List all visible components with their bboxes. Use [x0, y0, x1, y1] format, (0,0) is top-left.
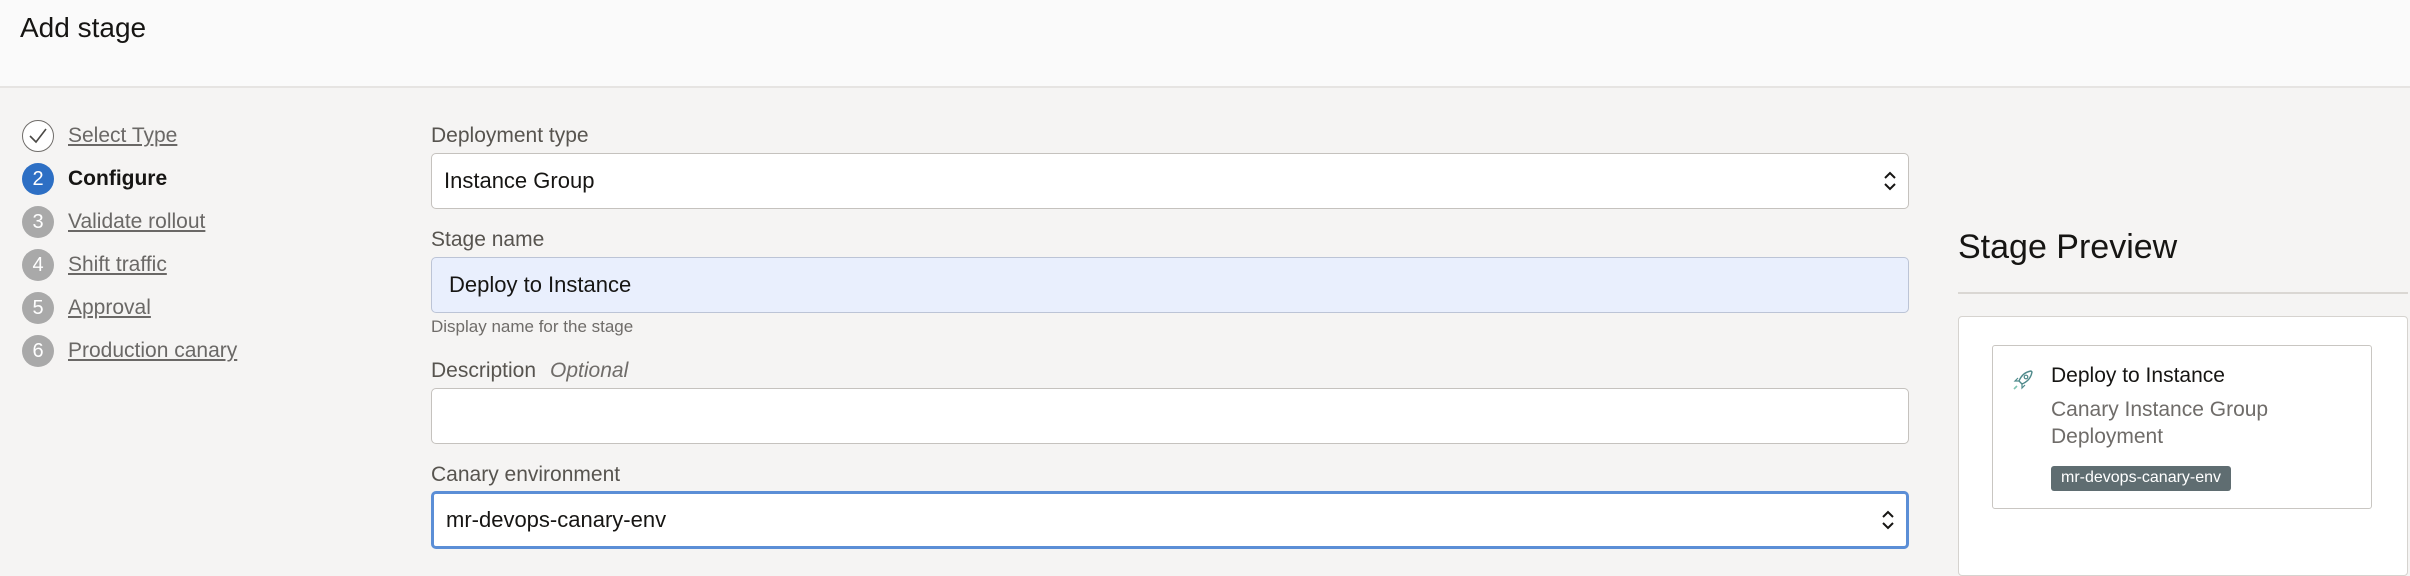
canary-environment-value: mr-devops-canary-env: [446, 507, 667, 532]
stage-name-label: Stage name: [431, 228, 545, 251]
stage-preview-subtitle: Canary Instance Group Deployment: [2051, 398, 2269, 448]
page-title: Add stage: [20, 12, 147, 43]
deployment-type-value: Instance Group: [444, 168, 595, 193]
step-configure: 2 Configure: [22, 163, 362, 195]
environment-badge: mr-devops-canary-env: [2051, 466, 2232, 491]
description-label-text: Description: [431, 359, 537, 382]
select-chevron-icon: [1882, 510, 1894, 530]
stage-preview-name: Deploy to Instance: [2051, 364, 2225, 387]
step-shift-traffic[interactable]: 4 Shift traffic: [22, 249, 362, 281]
description-input[interactable]: [431, 388, 1909, 444]
step-validate-rollout[interactable]: 3 Validate rollout: [22, 206, 362, 238]
rocket-icon: [2013, 370, 2033, 390]
deployment-type-select[interactable]: Instance Group: [431, 153, 1909, 209]
select-chevron-icon: [1884, 171, 1896, 191]
step-label[interactable]: Select Type: [68, 124, 177, 148]
step-number: 3: [22, 206, 54, 238]
stage-name-input[interactable]: Deploy to Instance: [431, 257, 1909, 313]
checkmark-icon: [22, 120, 54, 152]
stage-preview-title: Stage Preview: [1958, 228, 2178, 266]
description-label: Description Optional: [431, 359, 628, 383]
deployment-type-label: Deployment type: [431, 124, 589, 147]
step-approval[interactable]: 5 Approval: [22, 292, 362, 324]
step-label: Configure: [68, 167, 168, 190]
step-label[interactable]: Approval: [68, 296, 151, 320]
step-label[interactable]: Shift traffic: [68, 253, 167, 277]
divider: [1958, 292, 2408, 294]
page-header: Add stage: [0, 0, 2410, 88]
canary-environment-label: Canary environment: [431, 463, 621, 486]
stage-name-hint: Display name for the stage: [431, 317, 634, 336]
step-number: 6: [22, 335, 54, 367]
stage-name-value: Deploy to Instance: [449, 272, 632, 297]
optional-tag: Optional: [550, 359, 629, 382]
step-production-canary[interactable]: 6 Production canary: [22, 335, 362, 367]
step-number: 2: [22, 163, 54, 195]
canary-environment-select[interactable]: mr-devops-canary-env: [431, 491, 1909, 549]
stage-preview-card: Deploy to Instance Canary Instance Group…: [1992, 345, 2372, 509]
step-label[interactable]: Production canary: [68, 339, 237, 363]
step-select-type[interactable]: Select Type: [22, 120, 362, 152]
step-number: 4: [22, 249, 54, 281]
step-number: 5: [22, 292, 54, 324]
step-label[interactable]: Validate rollout: [68, 210, 205, 234]
